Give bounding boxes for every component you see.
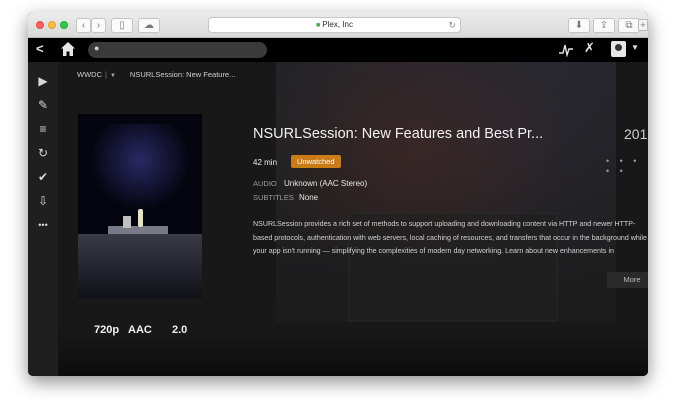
watched-icon[interactable]: ✔ [36,170,50,184]
lock-icon: ■ [316,22,321,29]
breadcrumb-library[interactable]: WWDC [77,70,102,79]
browser-back-button[interactable]: ‹ [76,18,91,33]
new-tab-button[interactable]: + [638,19,648,31]
icloud-tabs-button[interactable]: ☁ [138,18,160,33]
poster-image[interactable] [78,114,202,298]
tab-overview-button[interactable]: ⧉ [618,18,640,33]
url-text: Plex, Inc [322,20,353,29]
home-icon[interactable] [60,41,76,57]
item-title: NSURLSession: New Features and Best Pr..… [253,126,544,142]
poster-speaker [138,209,143,227]
sidebar-icon: ▯ [119,20,125,31]
browser-toolbar: ‹ › ▯ ☁ ■ Plex, Inc ↻ ⬇ ⇪ ⧉ + [28,12,648,38]
chevron-left-icon: ‹ [81,20,86,31]
activity-icon[interactable] [558,41,574,57]
breadcrumb: WWDC | ▼ NSURLSession: New Feature... [77,68,235,82]
refresh-icon[interactable]: ↻ [36,146,50,160]
status-badge: Unwatched [291,155,341,168]
minimize-window-button[interactable] [48,21,56,29]
audio-channels-badge: 2.0 [172,324,188,336]
subtitles-value[interactable]: None [299,193,318,202]
audio-codec-badge: AAC [128,324,152,336]
edit-icon[interactable]: ✎ [36,98,50,112]
tools-icon[interactable]: ✗ [584,40,595,56]
breadcrumb-separator: | [105,70,107,79]
url-field[interactable]: ■ Plex, Inc ↻ [208,17,461,33]
item-year: 2016 [624,126,648,142]
download-icon: ⬇ [574,20,584,31]
play-icon[interactable]: ▶ [36,74,50,88]
audio-label: AUDIO [253,179,277,188]
close-window-button[interactable] [36,21,44,29]
action-sidebar: ▶ ✎ ≡ ↻ ✔ ⇩ ••• [28,62,58,376]
reload-icon[interactable]: ↻ [448,18,456,32]
browser-window: ‹ › ▯ ☁ ■ Plex, Inc ↻ ⬇ ⇪ ⧉ + < ● ✗ ▼ ▶ … [28,12,648,376]
item-detail: WWDC | ▼ NSURLSession: New Feature... 720p … [58,62,648,376]
search-icon: ● [94,43,100,53]
download-icon[interactable]: ⇩ [36,194,50,208]
poster-stage-lights [86,124,194,214]
more-icon[interactable]: ••• [36,218,50,232]
back-chevron-icon[interactable]: < [36,41,44,56]
share-icon: ⇪ [599,20,609,31]
share-button[interactable]: ⇪ [593,18,615,33]
search-input[interactable]: ● [88,42,267,58]
poster-podium [123,216,131,228]
maximize-window-button[interactable] [60,21,68,29]
subtitles-label: SUBTITLES [253,193,294,202]
tabs-icon: ⧉ [625,20,633,31]
browser-forward-button[interactable]: › [91,18,106,33]
queue-icon[interactable]: ≡ [36,122,50,136]
item-summary: NSURLSession provides a rich set of meth… [253,220,647,255]
chevron-down-icon[interactable]: ▼ [631,43,639,52]
background-crowd-shade [58,332,648,376]
audio-value[interactable]: Unknown (AAC Stereo) [284,179,367,188]
more-button[interactable]: More [607,272,648,288]
user-avatar[interactable] [611,41,626,57]
rating-dots[interactable]: • • • • • [606,156,648,176]
breadcrumb-current: NSURLSession: New Feature... [129,70,236,79]
chevron-down-icon[interactable]: ▼ [110,73,116,79]
show-sidebar-button[interactable]: ▯ [111,18,133,33]
poster-stage [78,226,202,298]
plex-top-bar: < ● ✗ ▼ [28,38,648,62]
item-duration: 42 min [253,158,278,167]
downloads-button[interactable]: ⬇ [568,18,590,33]
chevron-right-icon: › [96,20,101,31]
resolution-badge: 720p [94,324,120,336]
cloud-icon: ☁ [144,20,154,31]
